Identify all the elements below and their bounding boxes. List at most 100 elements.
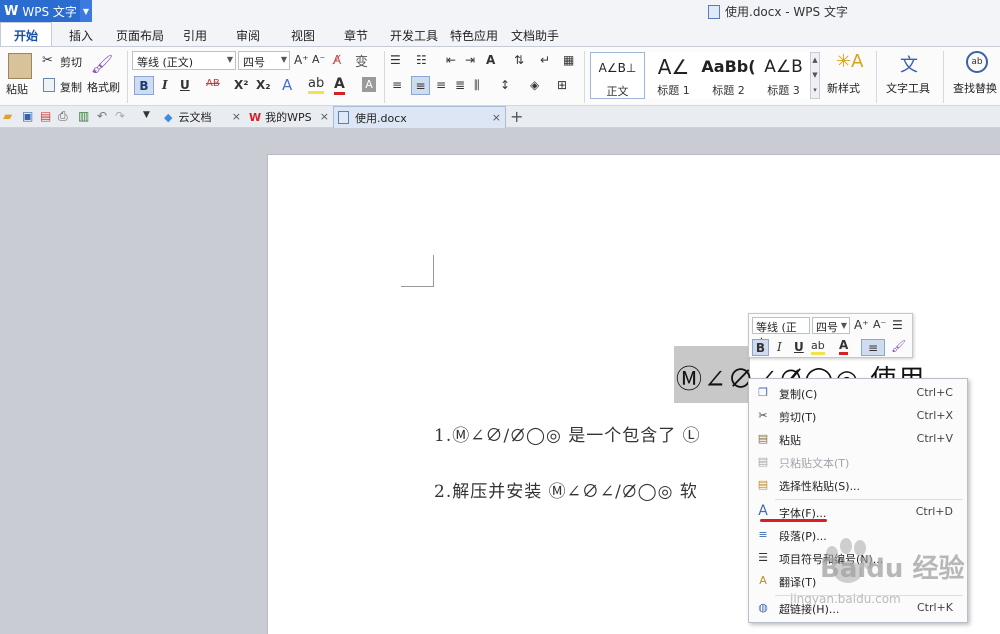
subscript-button[interactable]: X₂ (256, 78, 271, 92)
print-preview-icon[interactable]: ▥ (78, 109, 89, 123)
superscript-button[interactable]: X² (234, 78, 249, 92)
shrink-font-icon[interactable]: A⁻ (312, 53, 325, 66)
copy-button[interactable]: 复制 (60, 79, 82, 95)
new-style-icon[interactable]: ✳A (836, 51, 863, 72)
font-size-select[interactable]: 四号 ▼ (238, 51, 290, 70)
text-tools-button[interactable]: 文字工具 (886, 80, 930, 96)
align-center-button[interactable]: ≡ (861, 339, 885, 356)
tab-home[interactable]: 开始 (0, 22, 52, 46)
tab-page-layout[interactable]: 页面布局 (116, 27, 164, 44)
grow-font-icon[interactable]: A⁺ (854, 318, 869, 332)
char-shading-icon[interactable]: A (362, 77, 376, 92)
borders-icon[interactable]: ⊞ (557, 78, 567, 92)
mini-italic-button[interactable]: I (777, 340, 782, 354)
text-effect-icon[interactable]: A (282, 76, 292, 94)
find-replace-icon[interactable]: ab (966, 51, 988, 73)
underline-button[interactable]: U (180, 78, 190, 92)
close-icon[interactable]: × (492, 111, 501, 124)
find-replace-button[interactable]: 查找替换 (953, 80, 997, 96)
decrease-indent-icon[interactable]: ⇤ (446, 53, 456, 67)
clear-format-icon[interactable]: A̸ (333, 53, 341, 67)
doc-tab-active[interactable]: 使用.docx × (333, 106, 506, 128)
paste-icon[interactable] (8, 53, 32, 79)
doc-tab-mywps[interactable]: W 我的WPS × (245, 106, 333, 128)
text-tools-icon[interactable]: 文 (900, 51, 918, 77)
format-painter-icon[interactable]: 🖌 (891, 339, 906, 353)
line-spacing-icon[interactable]: ☰ (892, 318, 903, 332)
show-marks-icon[interactable]: ↵ (540, 53, 550, 67)
highlight-icon[interactable]: ab (308, 76, 325, 94)
format-painter-icon[interactable]: 🖌 (91, 53, 114, 75)
shrink-font-icon[interactable]: A⁻ (873, 318, 886, 331)
font-name-select[interactable]: 等线 (正文) ▼ (132, 51, 236, 70)
menu-item-copy[interactable]: ❐ 复制(C) Ctrl+C (749, 381, 969, 404)
mini-font-name-select[interactable]: 等线 (正文 (752, 317, 810, 350)
mini-font-size-select[interactable]: 四号 ▼ (812, 317, 850, 334)
menu-item-paste[interactable]: ▤ 粘贴 Ctrl+V (749, 427, 969, 450)
style-heading-2[interactable]: AaBb( 标题 2 (701, 52, 756, 99)
copy-icon[interactable] (43, 78, 55, 92)
text-direction-icon[interactable]: A (486, 53, 495, 67)
strikethrough-button[interactable]: AB (206, 78, 220, 89)
fill-color-icon[interactable]: ◈ (530, 78, 539, 92)
highlight-icon[interactable]: ab (811, 339, 825, 355)
chevron-down-icon[interactable]: ▼ (80, 0, 92, 22)
tab-review[interactable]: 审阅 (236, 27, 260, 44)
scissors-icon: ✂ (758, 408, 768, 422)
paste-special-icon: ▤ (757, 477, 769, 491)
document-line-2[interactable]: 2.解压并安装 Ⓜ∠∅∠∕∅̸◯◎ 软 (434, 477, 698, 502)
open-folder-icon[interactable]: ▰ (3, 109, 12, 123)
paste-button[interactable]: 粘贴 (6, 81, 28, 97)
chevron-down-icon[interactable]: ▼ (143, 110, 150, 120)
align-center-button[interactable]: ≡ (411, 76, 430, 95)
bold-button[interactable]: B (134, 76, 154, 95)
close-icon[interactable]: × (232, 110, 241, 123)
font-color-icon[interactable]: A (334, 76, 345, 95)
sort-icon[interactable]: ⇅ (514, 53, 524, 67)
numbering-icon[interactable]: ☷ (416, 53, 427, 67)
style-normal[interactable]: A∠B⊥ 正文 (590, 52, 645, 99)
align-right-icon[interactable]: ≡ (436, 78, 446, 92)
increase-indent-icon[interactable]: ⇥ (465, 53, 475, 67)
line-spacing-icon[interactable]: ↕ (500, 78, 510, 92)
italic-button[interactable]: I (162, 78, 168, 92)
tab-references[interactable]: 引用 (183, 27, 207, 44)
ribbon: 粘贴 ✂ 剪切 复制 🖌 格式刷 等线 (正文) ▼ 四号 ▼ A⁺ A⁻ A̸… (0, 46, 1000, 106)
redo-icon[interactable]: ↷ (115, 109, 125, 123)
document-line-1[interactable]: 1.Ⓜ∠∅∕∅̸◯◎ 是一个包含了 Ⓛ (434, 421, 701, 446)
print-icon[interactable]: ⎙ (58, 109, 68, 124)
align-left-icon[interactable]: ≡ (392, 78, 402, 92)
save-icon[interactable]: ▣ (22, 109, 33, 123)
mini-underline-button[interactable]: U (794, 340, 804, 354)
mini-bold-button[interactable]: B (752, 339, 769, 356)
distributed-icon[interactable]: ⫼ (474, 78, 480, 93)
new-style-button[interactable]: 新样式 (827, 80, 860, 96)
bullets-icon[interactable]: ☰ (390, 53, 401, 67)
menu-item-cut[interactable]: ✂ 剪切(T) Ctrl+X (749, 404, 969, 427)
style-heading-3[interactable]: A∠B 标题 3 (756, 52, 811, 99)
divider (943, 51, 944, 103)
export-pdf-icon[interactable]: ▤ (40, 109, 51, 123)
tab-view[interactable]: 视图 (291, 27, 315, 44)
tab-chapter[interactable]: 章节 (344, 27, 368, 44)
tab-special[interactable]: 特色应用 (450, 27, 498, 44)
grow-font-icon[interactable]: A⁺ (294, 53, 309, 67)
tab-doc-assistant[interactable]: 文档助手 (511, 27, 559, 44)
close-icon[interactable]: × (320, 110, 329, 123)
format-painter-button[interactable]: 格式刷 (87, 79, 120, 95)
tab-insert[interactable]: 插入 (69, 27, 93, 44)
style-heading-1[interactable]: A∠ 标题 1 (646, 52, 701, 99)
undo-icon[interactable]: ↶ (97, 109, 107, 123)
phonetic-icon[interactable]: 变 (355, 51, 368, 70)
table-grid-icon[interactable]: ▦ (563, 53, 574, 67)
menu-item-paste-special[interactable]: ▤ 选择性粘贴(S)... (749, 473, 969, 496)
new-tab-icon[interactable]: + (510, 107, 523, 126)
doc-tab-cloud[interactable]: ◆ 云文档 × (160, 106, 245, 128)
app-menu-button[interactable]: W WPS 文字 ▼ (0, 0, 92, 22)
tab-developer[interactable]: 开发工具 (390, 27, 438, 44)
justify-icon[interactable]: ≣ (455, 78, 465, 92)
scissors-icon[interactable]: ✂ (42, 53, 53, 68)
styles-scroll[interactable]: ▲ ▼ ▾ (810, 52, 820, 99)
cut-button[interactable]: 剪切 (60, 54, 82, 70)
font-color-icon[interactable]: A (839, 338, 849, 355)
